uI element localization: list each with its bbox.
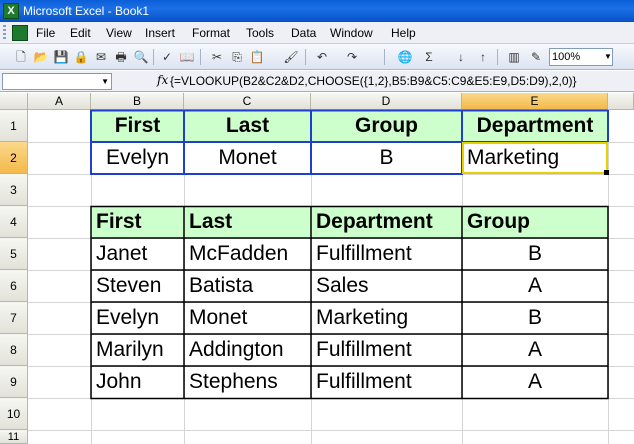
redo-icon[interactable]: ↷ (343, 48, 361, 66)
undo-icon[interactable]: ↶ (313, 48, 331, 66)
insert-function-icon[interactable]: fx (157, 73, 168, 87)
title-bar: X Microsoft Excel - Book1 (0, 0, 634, 22)
format-painter-icon[interactable]: 🖌 (282, 48, 300, 66)
sort-descending-icon[interactable]: ↑ (474, 48, 492, 66)
menu-window[interactable]: Window (330, 26, 373, 40)
email-icon[interactable]: ✉ (92, 48, 110, 66)
menu-format[interactable]: Format (192, 26, 230, 40)
toolbar-separator (497, 49, 498, 65)
menu-grip-icon (3, 25, 6, 41)
toolbar-separator (153, 49, 154, 65)
print-preview-icon[interactable]: 🔍 (132, 48, 150, 66)
menu-edit[interactable]: Edit (70, 26, 91, 40)
hyperlink-icon[interactable]: 🌐 (396, 48, 414, 66)
spelling-icon[interactable]: ✓ (158, 48, 176, 66)
research-icon[interactable]: 📖 (178, 48, 196, 66)
autosum-icon[interactable]: Σ (420, 48, 438, 66)
paste-icon[interactable]: 📋 (248, 48, 266, 66)
copy-icon[interactable]: ⎘ (228, 48, 246, 66)
print-icon[interactable]: 🖶 (112, 48, 130, 66)
chevron-down-icon[interactable]: ▼ (602, 48, 614, 66)
sort-ascending-icon[interactable]: ↓ (452, 48, 470, 66)
table-borders (90, 205, 609, 400)
menu-insert[interactable]: Insert (145, 26, 175, 40)
menu-file[interactable]: File (36, 26, 55, 40)
cut-icon[interactable]: ✂ (208, 48, 226, 66)
save-icon[interactable]: 💾 (52, 48, 70, 66)
toolbar-separator (200, 49, 201, 65)
workbook-icon[interactable] (12, 25, 28, 41)
menu-tools[interactable]: Tools (246, 26, 274, 40)
standard-toolbar: 🗋 📂 💾 🔒 ✉ 🖶 🔍 ✓ 📖 ✂ ⎘ 📋 🖌 ↶ ↷ 🌐 Σ ↓ ↑ ▥ … (0, 44, 634, 70)
chevron-down-icon[interactable]: ▼ (101, 74, 109, 90)
window-title: Microsoft Excel - Book1 (23, 4, 150, 18)
drawing-icon[interactable]: ✎ (527, 48, 545, 66)
toolbar-separator (305, 49, 306, 65)
menu-data[interactable]: Data (291, 26, 316, 40)
new-icon[interactable]: 🗋 (12, 48, 30, 66)
menu-bar: File Edit View Insert Format Tools Data … (0, 22, 634, 44)
chart-wizard-icon[interactable]: ▥ (505, 48, 523, 66)
excel-logo-icon: X (3, 3, 19, 19)
formula-input[interactable]: {=VLOOKUP(B2&C2&D2,CHOOSE({1,2},B5:B9&C5… (170, 73, 632, 90)
menu-help[interactable]: Help (391, 26, 416, 40)
open-icon[interactable]: 📂 (32, 48, 50, 66)
toolbar-separator (384, 49, 385, 65)
name-box[interactable]: ▼ (2, 73, 112, 90)
permission-icon[interactable]: 🔒 (72, 48, 90, 66)
worksheet-grid[interactable]: A B C D E 1 2 3 4 5 6 7 8 9 10 11 First … (0, 93, 634, 444)
menu-view[interactable]: View (106, 26, 132, 40)
formula-bar: ▼ fx {=VLOOKUP(B2&C2&D2,CHOOSE({1,2},B5:… (0, 71, 634, 92)
